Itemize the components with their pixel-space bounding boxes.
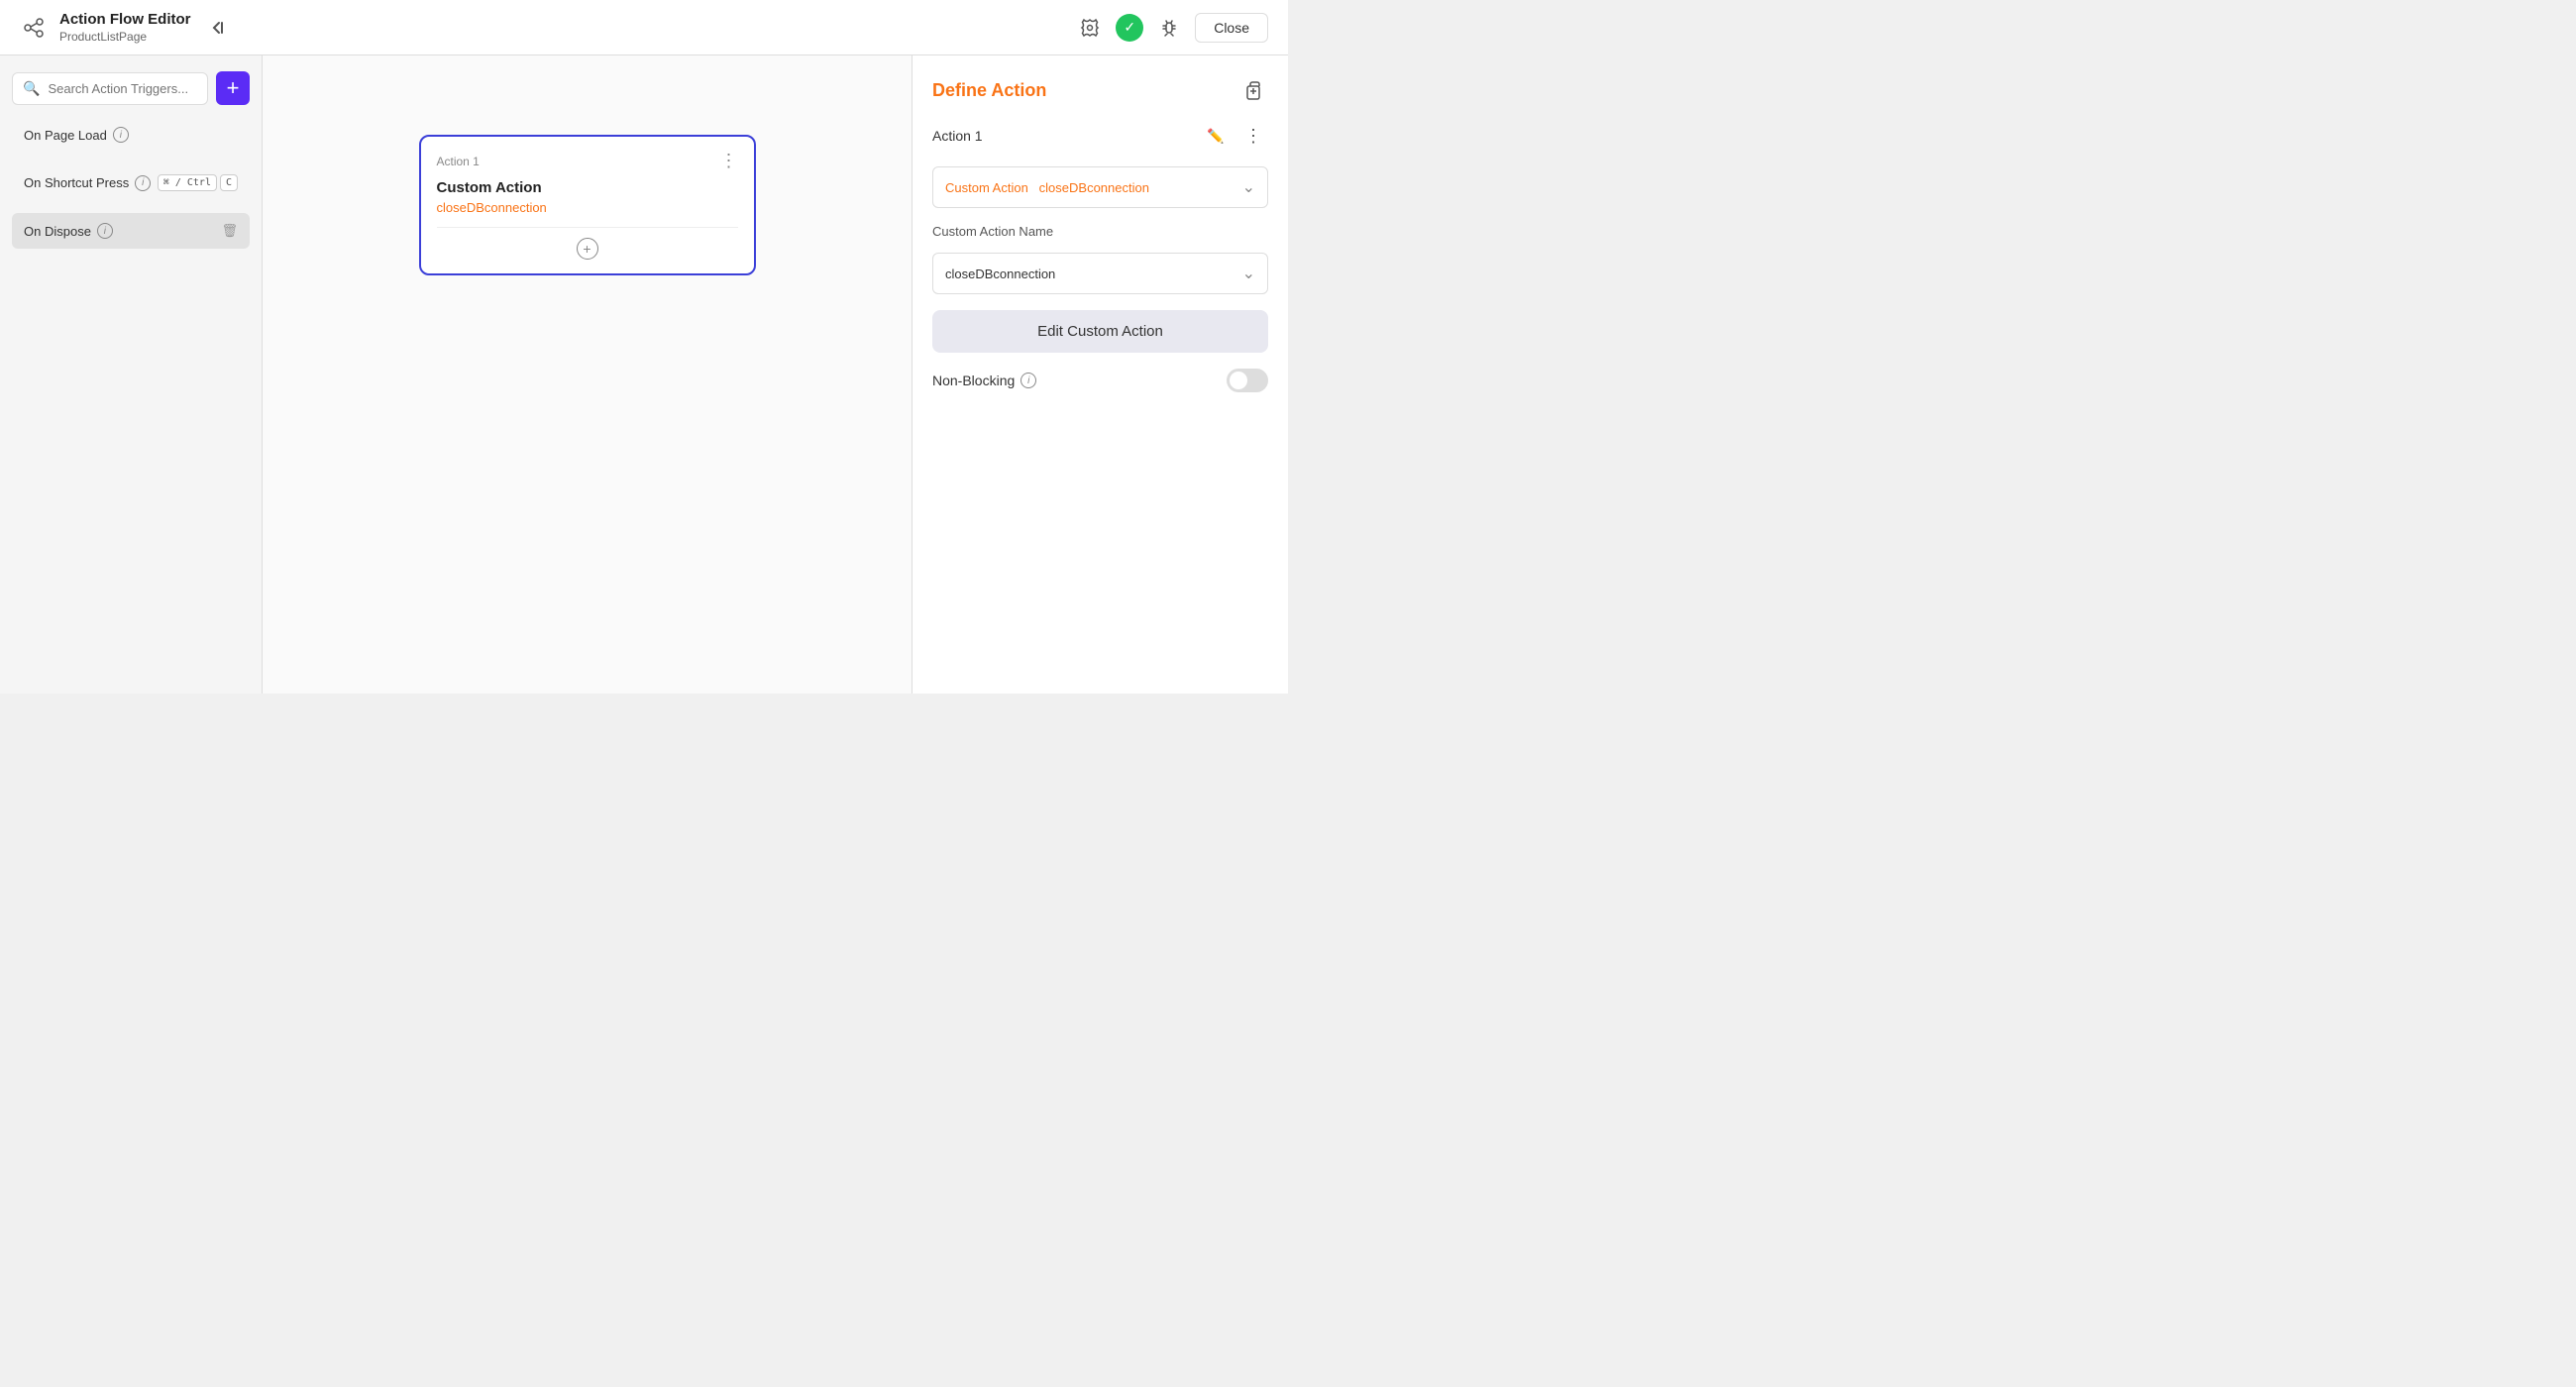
action-name-row: Action 1 ✏️ ⋮ — [932, 121, 1268, 151]
collapse-button[interactable] — [203, 14, 231, 42]
right-panel: Define Action Action 1 ✏️ ⋮ Cu — [912, 55, 1288, 694]
main-layout: 🔍 + On Page Load i On Shortcut Press i ⌘… — [0, 55, 1288, 694]
action-row-icons: ✏️ ⋮ — [1201, 121, 1268, 151]
custom-action-dropdown[interactable]: Custom Action closeDBconnection ⌄ — [932, 166, 1268, 208]
delete-trigger-icon[interactable]: 🗑 — [221, 223, 238, 239]
info-icon-shortcut-press: i — [135, 175, 151, 191]
action-card-title: Custom Action — [437, 179, 738, 196]
panel-title: Define Action — [932, 80, 1046, 101]
add-trigger-button[interactable]: + — [216, 71, 250, 105]
custom-action-section: Custom Action closeDBconnection ⌄ — [932, 166, 1268, 208]
search-input[interactable] — [48, 81, 197, 96]
non-blocking-row: Non-Blocking i — [932, 369, 1268, 392]
info-icon-non-blocking: i — [1020, 373, 1036, 388]
action-card-subtitle: closeDBconnection — [437, 200, 738, 215]
info-icon-page-load: i — [113, 127, 129, 143]
action-card-bottom: + — [437, 227, 738, 260]
trigger-label-on-page-load: On Page Load — [24, 128, 107, 143]
search-bar[interactable]: 🔍 — [12, 72, 208, 105]
panel-header: Define Action — [932, 75, 1268, 105]
close-button[interactable]: Close — [1195, 13, 1268, 43]
action-name-label: Action 1 — [932, 128, 983, 144]
action-card-header: Action 1 ⋮ — [437, 151, 738, 171]
page-subtitle: ProductListPage — [59, 30, 191, 44]
trigger-label-on-dispose: On Dispose — [24, 224, 91, 239]
custom-action-name-value: closeDBconnection — [945, 267, 1055, 281]
page-title: Action Flow Editor — [59, 11, 191, 28]
add-action-button[interactable]: + — [577, 238, 598, 260]
trigger-item-on-shortcut-press[interactable]: On Shortcut Press i ⌘ / Ctrl C — [12, 164, 250, 201]
trigger-label-on-shortcut-press: On Shortcut Press — [24, 175, 129, 190]
topbar-title-block: Action Flow Editor ProductListPage — [59, 11, 191, 44]
action-card: Action 1 ⋮ Custom Action closeDBconnecti… — [419, 135, 756, 275]
settings-icon-button[interactable] — [1076, 14, 1104, 42]
custom-action-prefix: Custom Action — [945, 180, 1028, 195]
shortcut-badge: ⌘ / Ctrl C — [158, 174, 238, 191]
action-card-label: Action 1 — [437, 155, 480, 168]
bug-icon-button[interactable] — [1155, 14, 1183, 42]
search-icon: 🔍 — [23, 80, 40, 97]
non-blocking-label-text: Non-Blocking — [932, 373, 1015, 388]
info-icon-dispose: i — [97, 223, 113, 239]
chevron-down-icon-2: ⌄ — [1242, 264, 1255, 283]
shortcut-key-cmd: ⌘ / Ctrl — [158, 174, 217, 191]
canvas: Action 1 ⋮ Custom Action closeDBconnecti… — [263, 55, 912, 694]
search-row: 🔍 + — [12, 71, 250, 105]
action-card-menu-icon[interactable]: ⋮ — [720, 151, 738, 171]
non-blocking-toggle[interactable] — [1227, 369, 1268, 392]
topbar: Action Flow Editor ProductListPage ✓ Clo… — [0, 0, 1288, 55]
sidebar: 🔍 + On Page Load i On Shortcut Press i ⌘… — [0, 55, 263, 694]
plus-icon: + — [227, 77, 240, 99]
action-more-button[interactable]: ⋮ — [1238, 121, 1268, 151]
status-check-icon: ✓ — [1116, 14, 1143, 42]
custom-action-name-dropdown[interactable]: closeDBconnection ⌄ — [932, 253, 1268, 294]
custom-action-name-section: Custom Action Name closeDBconnection ⌄ — [932, 224, 1268, 294]
action-flow-icon — [20, 14, 48, 42]
custom-action-name-label: Custom Action Name — [932, 224, 1268, 239]
chevron-down-icon: ⌄ — [1242, 177, 1255, 197]
shortcut-key-c: C — [220, 174, 238, 191]
topbar-right: ✓ Close — [1076, 13, 1268, 43]
panel-copy-icon-button[interactable] — [1238, 75, 1268, 105]
trigger-item-on-dispose[interactable]: On Dispose i 🗑 — [12, 213, 250, 249]
custom-action-dropdown-text: Custom Action closeDBconnection — [945, 180, 1149, 195]
topbar-left: Action Flow Editor ProductListPage — [20, 11, 231, 44]
trigger-item-on-page-load[interactable]: On Page Load i — [12, 117, 250, 153]
edit-custom-action-button[interactable]: Edit Custom Action — [932, 310, 1268, 353]
custom-action-value: closeDBconnection — [1039, 180, 1149, 195]
edit-action-name-button[interactable]: ✏️ — [1201, 121, 1231, 151]
